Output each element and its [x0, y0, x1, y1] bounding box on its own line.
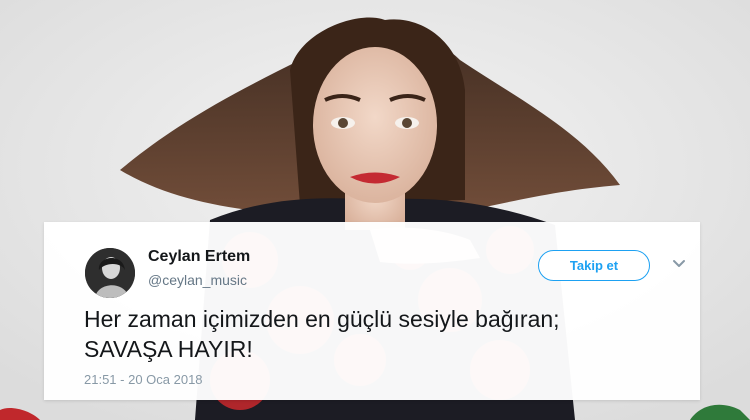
avatar[interactable] — [85, 248, 135, 298]
author-handle[interactable]: @ceylan_music — [148, 272, 247, 288]
author-name[interactable]: Ceylan Ertem — [148, 248, 250, 266]
tweet-text-line-2: SAVAŞA HAYIR! — [84, 336, 253, 362]
follow-button-label: Takip et — [569, 258, 619, 273]
follow-button[interactable]: Takip et — [538, 250, 650, 281]
avatar-image — [85, 248, 135, 298]
tweet-text-line-1: Her zaman içimizden en güçlü sesiyle bağ… — [84, 306, 560, 332]
chevron-down-icon[interactable] — [672, 258, 686, 270]
tweet-timestamp[interactable]: 21:51 - 20 Oca 2018 — [84, 372, 203, 387]
tweet-card: Ceylan Ertem @ceylan_music Takip et Her … — [44, 222, 700, 400]
tweet-text: Her zaman içimizden en güçlü sesiyle bağ… — [84, 304, 684, 364]
